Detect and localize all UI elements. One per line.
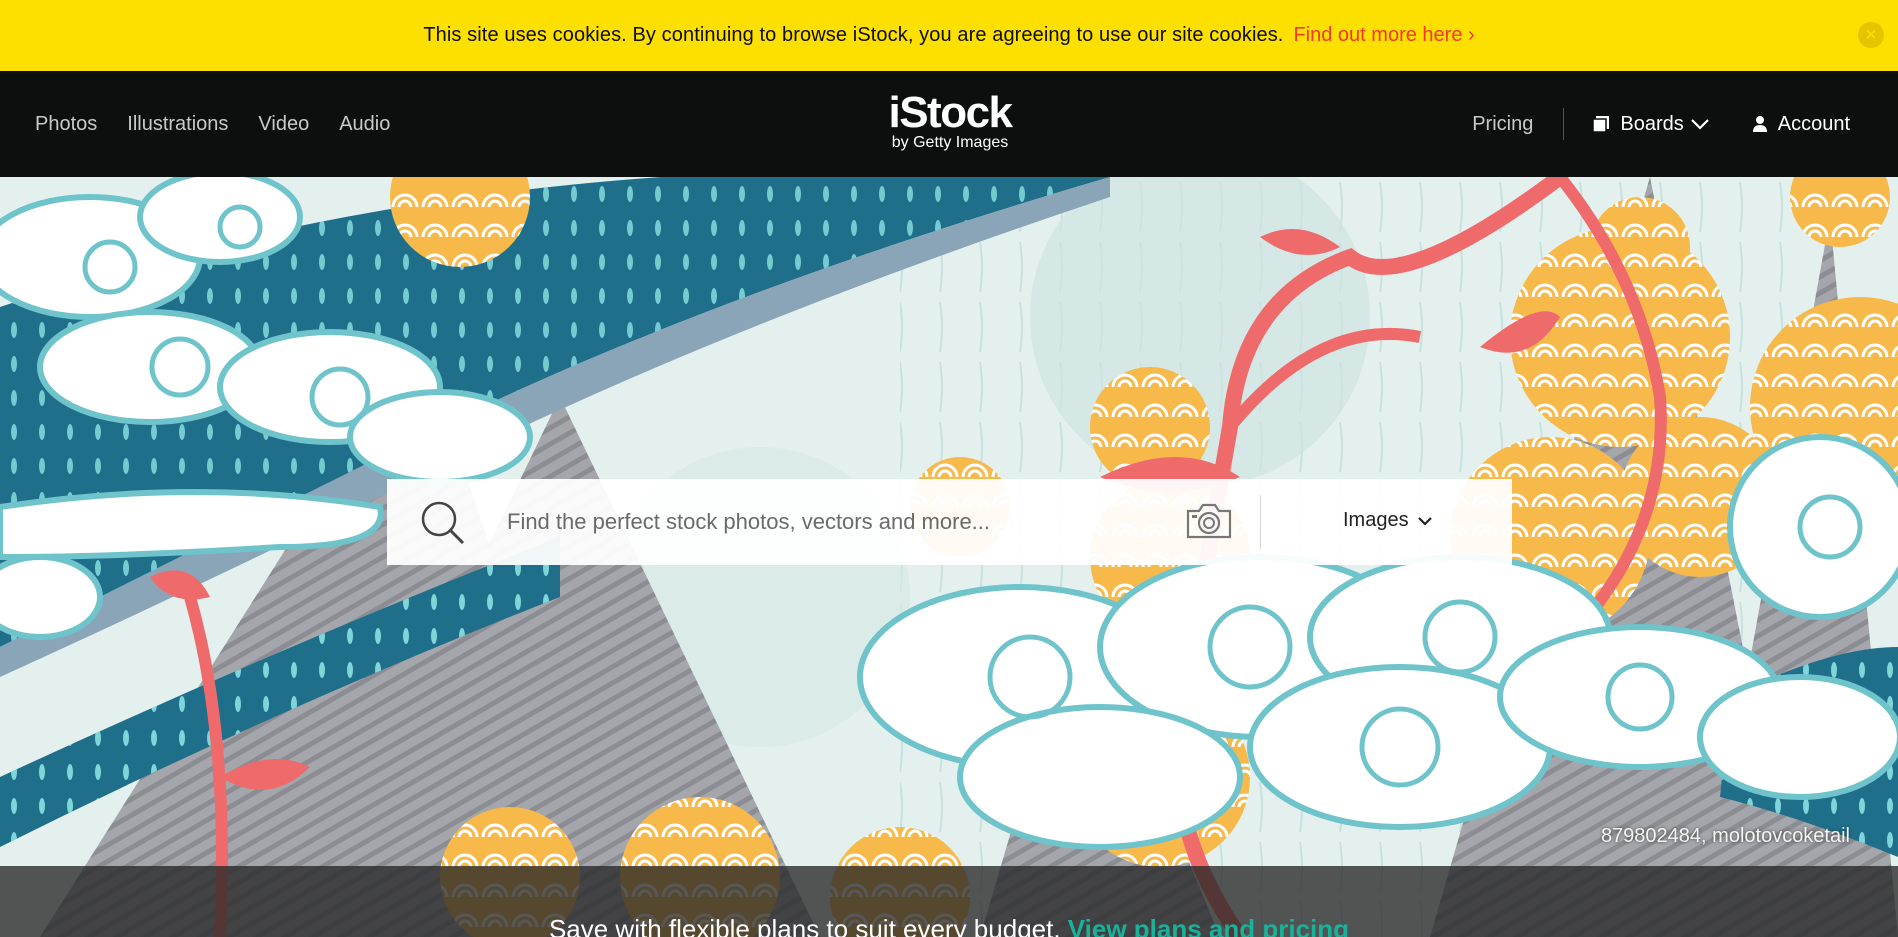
image-credit: 879802484, molotovcoketail [1600,825,1850,847]
nav-item-photos[interactable]: Photos [35,113,97,136]
boards-menu-button[interactable]: Boards [1592,113,1709,136]
search-input[interactable] [507,499,1067,545]
view-plans-link[interactable]: View plans and pricing [1068,914,1349,937]
nav-item-pricing[interactable]: Pricing [1472,113,1533,136]
chevron-down-icon [1417,516,1432,526]
cookie-info-link[interactable]: Find out more here › [1293,24,1474,47]
account-menu-button[interactable]: Account [1752,113,1850,136]
close-icon[interactable]: × [1858,22,1884,48]
nav-categories: Photos Illustrations Video Audio [35,71,390,177]
search-icon[interactable] [419,499,467,547]
logo-tagline: by Getty Images [891,134,1009,151]
chevron-down-icon [1690,119,1709,130]
cookie-banner: This site uses cookies. By continuing to… [0,0,1898,71]
search-type-dropdown[interactable]: Images [1343,509,1433,532]
main-nav: Photos Illustrations Video Audio iStock … [0,71,1898,177]
search-type-label: Images [1343,509,1409,531]
search-bar: Images [387,479,1512,565]
pricing-promo-bar: Save with flexible plans to suit every b… [0,866,1898,937]
hero-banner: Images 879802484, molotovcoketail [0,177,1898,937]
logo-wordmark: iStock [888,88,1013,137]
nav-item-audio[interactable]: Audio [339,113,390,136]
boards-icon [1592,116,1610,133]
nav-account-area: Pricing Boards Account [1472,71,1850,177]
boards-label: Boards [1620,112,1684,135]
account-label: Account [1777,112,1850,135]
search-divider [1260,495,1261,549]
nav-item-video[interactable]: Video [258,113,309,136]
camera-icon[interactable] [1184,501,1234,541]
istock-logo[interactable]: iStock by Getty Images [880,91,1020,151]
nav-item-illustrations[interactable]: Illustrations [127,113,228,136]
promo-text: Save with flexible plans to suit every b… [548,914,1061,937]
nav-divider [1563,108,1565,140]
user-icon [1752,116,1767,132]
cookie-message: This site uses cookies. By continuing to… [423,24,1284,46]
